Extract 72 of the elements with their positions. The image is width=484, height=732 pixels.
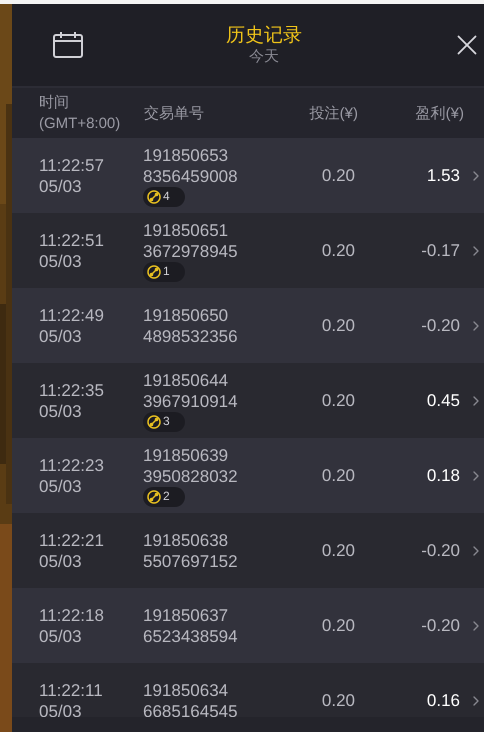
ball-icon — [147, 264, 162, 278]
time-text: 11:22:23 — [39, 454, 105, 476]
record-row[interactable]: 11:22:11 05/03 191850634 6685164545 0.20 0.16 — [12, 663, 484, 717]
calendar-icon[interactable] — [52, 31, 84, 59]
ball-icon — [147, 190, 162, 204]
order-number: 6685164545 — [143, 700, 239, 717]
record-row[interactable]: 11:22:35 05/03 191850644 3967910914 3 0.20 0.45 — [12, 363, 484, 438]
column-header: 时间 — [39, 93, 70, 113]
order-number: 3967910914 — [143, 390, 239, 412]
time-text: 11:22:11 — [39, 680, 104, 700]
order-number: 191850644 — [143, 370, 230, 390]
time-text: 11:22:51 — [39, 230, 105, 250]
order-number: 8356459008 — [143, 166, 239, 186]
order-number: 191850638 — [143, 530, 230, 550]
time-text: 11:22:21 — [39, 530, 105, 550]
profit-value: 0.18 — [426, 465, 460, 486]
profit-value: 0.45 — [426, 390, 460, 411]
panel-title: 历史记录 — [226, 24, 302, 48]
count-badge: 2 — [143, 486, 186, 506]
order-number: 3672978945 — [143, 240, 239, 262]
ball-icon — [147, 414, 162, 428]
time-text: 11:22:49 — [39, 304, 105, 326]
profit-value: 1.53 — [426, 165, 460, 186]
date-text: 05/03 — [39, 626, 83, 646]
stake-value: 0.20 — [320, 615, 355, 636]
order-number: 191850653 — [143, 144, 230, 166]
record-row[interactable]: 11:22:49 05/03 191850650 4898532356 0.20 -0.20 — [12, 288, 484, 363]
order-number: 191850639 — [143, 444, 230, 466]
stake-value: 0.20 — [320, 690, 355, 711]
stake-value: 0.20 — [320, 465, 355, 486]
order-number: 191850651 — [143, 220, 230, 240]
time-text: 11:22:18 — [39, 604, 105, 626]
profit-value: -0.20 — [420, 315, 460, 336]
column-header: 交易单号 — [144, 104, 205, 124]
order-number: 191850637 — [143, 604, 230, 626]
time-text: 11:22:35 — [39, 380, 105, 400]
date-text: 05/03 — [39, 550, 83, 572]
order-number: 6523438594 — [143, 626, 239, 646]
record-row[interactable]: 11:22:57 05/03 191850653 8356459008 4 0.20 1.53 — [12, 138, 484, 213]
column-header: (GMT+8:00) — [39, 114, 122, 134]
date-text: 05/03 — [39, 400, 83, 422]
record-row[interactable]: 11:22:51 05/03 191850651 3672978945 1 0.20 -0.17 — [12, 213, 484, 288]
date-text: 05/03 — [39, 326, 83, 346]
record-row[interactable]: 11:22:23 05/03 191850639 3950828032 2 0.20 0.18 — [12, 438, 484, 513]
profit-value: -0.20 — [420, 615, 460, 636]
stake-value: 0.20 — [320, 240, 355, 261]
profit-value: -0.20 — [420, 540, 460, 561]
date-text: 05/03 — [39, 476, 83, 496]
order-number: 5507697152 — [143, 550, 239, 572]
record-row[interactable]: 11:22:18 05/03 191850637 6523438594 0.20 -0.20 — [12, 588, 484, 663]
order-number: 4898532356 — [143, 326, 239, 346]
order-number: 191850650 — [143, 304, 230, 326]
profit-value: -0.17 — [420, 240, 460, 261]
date-text: 05/03 — [39, 700, 83, 717]
profit-value: 0.16 — [426, 690, 460, 711]
stake-value: 0.20 — [320, 315, 355, 336]
date-text: 05/03 — [39, 250, 83, 272]
date-text: 05/03 — [39, 176, 83, 196]
count-badge: 4 — [143, 186, 186, 206]
panel-subtitle: 今天 — [249, 48, 279, 66]
stake-value: 0.20 — [320, 165, 355, 186]
record-row[interactable]: 11:22:21 05/03 191850638 5507697152 0.20 -0.20 — [12, 513, 484, 588]
order-number: 191850634 — [143, 680, 230, 700]
column-header: 盈利(¥) — [414, 104, 464, 124]
ball-icon — [147, 490, 162, 504]
time-text: 11:22:57 — [39, 154, 105, 176]
count-badge: 3 — [143, 412, 186, 432]
count-badge: 1 — [143, 262, 186, 282]
order-number: 3950828032 — [143, 466, 239, 486]
stake-value: 0.20 — [320, 390, 355, 411]
stake-value: 0.20 — [320, 540, 355, 561]
column-header: 投注(¥) — [308, 104, 358, 124]
